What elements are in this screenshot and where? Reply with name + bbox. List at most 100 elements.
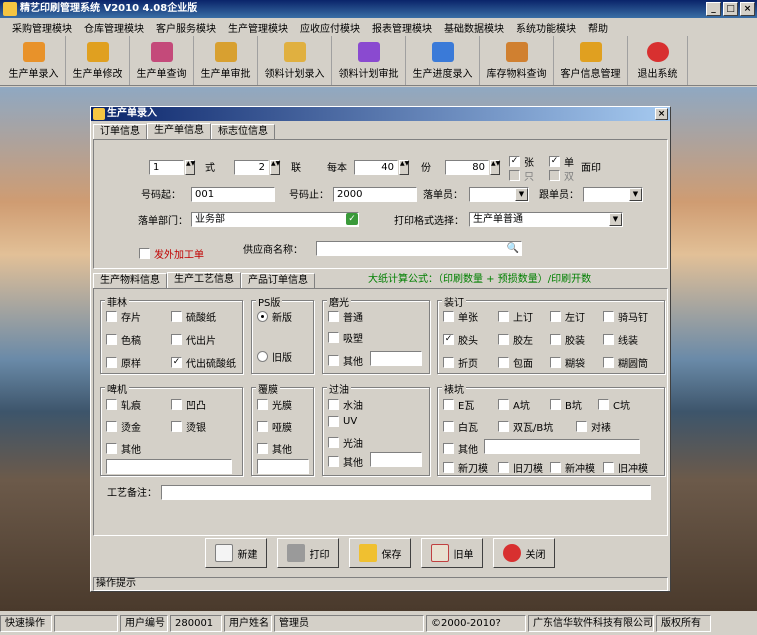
print-format-select[interactable]: 生产单普通 ▼	[469, 212, 623, 227]
mount-cb-double-b[interactable]: 双瓦/B坑	[498, 419, 553, 434]
varnish-cb-gloss[interactable]: 光油	[328, 435, 363, 450]
film-cb-sulfuric[interactable]: 硫酸纸	[171, 309, 216, 324]
per-book-spinner[interactable]: ▲▼	[399, 160, 409, 175]
maximize-icon[interactable]: □	[723, 2, 738, 16]
film-cb-cunpian[interactable]: 存片	[106, 309, 141, 324]
diecut-cb-silver[interactable]: 烫银	[171, 419, 206, 434]
diecut-other-input[interactable]	[106, 459, 232, 474]
supplier-search-icon[interactable]: 🔍	[506, 242, 520, 255]
ps-radio-old[interactable]: 旧版	[257, 349, 292, 364]
menu-purchase[interactable]: 采购管理模块	[6, 20, 78, 35]
menu-finance[interactable]: 应收应付模块	[294, 20, 366, 35]
lam-other-input[interactable]	[257, 459, 309, 474]
bind-cb-perfect[interactable]: 胶装	[550, 332, 585, 347]
toolbar-material-plan-approve[interactable]: 领料计划审批	[332, 36, 406, 85]
new-button[interactable]: 新建	[205, 538, 267, 568]
bind-cb-saddle[interactable]: 骑马钉	[603, 309, 648, 324]
unit-count-input[interactable]: 80	[445, 160, 489, 175]
varnish-cb-uv[interactable]: UV	[328, 416, 357, 427]
toolbar-production-query[interactable]: 生产单查询	[130, 36, 194, 85]
copies-input[interactable]: 2	[234, 160, 269, 175]
tab-product-order-info[interactable]: 产品订单信息	[241, 273, 315, 288]
mount-cb-new-die[interactable]: 新刀模	[443, 460, 488, 475]
menu-production[interactable]: 生产管理模块	[222, 20, 294, 35]
toolbar-material-plan-entry[interactable]: 领料计划录入	[258, 36, 332, 85]
menu-help[interactable]: 帮助	[582, 20, 614, 35]
tab-material-info[interactable]: 生产物料信息	[93, 273, 167, 288]
mount-cb-new-punch[interactable]: 新冲模	[550, 460, 595, 475]
bind-cb-single[interactable]: 单张	[443, 309, 478, 324]
film-cb-proxy-sulfuric[interactable]: ✓ 代出硫酸纸	[171, 355, 236, 370]
close-button[interactable]: 关闭	[493, 538, 555, 568]
save-button[interactable]: 保存	[349, 538, 411, 568]
bind-cb-top[interactable]: 上订	[498, 309, 533, 324]
film-cb-colordraft[interactable]: 色稿	[106, 332, 141, 347]
menu-basedata[interactable]: 基础数据模块	[438, 20, 510, 35]
outsource-checkbox[interactable]: 发外加工单	[139, 246, 204, 261]
old-order-button[interactable]: 旧单	[421, 538, 483, 568]
style-count-input[interactable]: 1	[149, 160, 184, 175]
number-end-input[interactable]: 2000	[333, 187, 417, 202]
tab-production-info[interactable]: 生产单信息	[147, 123, 211, 139]
copies-spinner[interactable]: ▲▼	[270, 160, 280, 175]
menu-warehouse[interactable]: 仓库管理模块	[78, 20, 150, 35]
lam-cb-matte[interactable]: 哑膜	[257, 419, 292, 434]
film-cb-original[interactable]: 原样	[106, 355, 141, 370]
minimize-icon[interactable]: _	[706, 2, 721, 16]
bind-cb-glue-head[interactable]: ✓ 胶头	[443, 332, 478, 347]
mount-other-input[interactable]	[484, 439, 640, 454]
bind-cb-glue-left[interactable]: 胶左	[498, 332, 533, 347]
bind-cb-left[interactable]: 左订	[550, 309, 585, 324]
lam-cb-other[interactable]: 其他	[257, 441, 292, 456]
status-quick-ops[interactable]: 快速操作	[0, 615, 52, 632]
sheet-checkbox[interactable]: ✓ 张	[509, 154, 534, 169]
mount-cb-other[interactable]: 其他	[443, 441, 478, 456]
polish-cb-normal[interactable]: 普通	[328, 309, 363, 324]
bind-cb-tube[interactable]: 糊圆筒	[603, 355, 648, 370]
close-icon[interactable]: ×	[740, 2, 755, 16]
polish-other-input[interactable]	[370, 351, 422, 366]
mount-cb-laminated[interactable]: 对裱	[576, 419, 611, 434]
diecut-cb-gold[interactable]: 烫金	[106, 419, 141, 434]
toolbar-exit[interactable]: 退出系统	[628, 36, 688, 85]
diecut-cb-emboss[interactable]: 凹凸	[171, 397, 206, 412]
mount-cb-c-flute[interactable]: C坑	[598, 397, 630, 412]
follower-select[interactable]: ▼	[583, 187, 643, 202]
menu-reports[interactable]: 报表管理模块	[366, 20, 438, 35]
bind-cb-fold[interactable]: 折页	[443, 355, 478, 370]
lam-cb-gloss[interactable]: 光膜	[257, 397, 292, 412]
double-checkbox[interactable]: 双	[549, 168, 574, 183]
number-start-input[interactable]: 001	[191, 187, 275, 202]
per-book-input[interactable]: 40	[354, 160, 398, 175]
varnish-other-input[interactable]	[370, 452, 422, 467]
polish-cb-other[interactable]: 其他	[328, 353, 363, 368]
mount-cb-b-flute[interactable]: B坑	[550, 397, 582, 412]
tab-process-info[interactable]: 生产工艺信息	[167, 272, 241, 288]
film-cb-proxy-film[interactable]: 代出片	[171, 332, 216, 347]
toolbar-inventory-query[interactable]: 库存物料查询	[480, 36, 554, 85]
polish-cb-blister[interactable]: 吸塑	[328, 330, 363, 345]
dept-lookup-icon[interactable]: ✓	[346, 213, 358, 225]
bind-cb-thread[interactable]: 线装	[603, 332, 638, 347]
mount-cb-white[interactable]: 白瓦	[443, 419, 478, 434]
piece-checkbox[interactable]: 只	[509, 168, 534, 183]
mount-cb-old-die[interactable]: 旧刀模	[498, 460, 543, 475]
tab-flag-info[interactable]: 标志位信息	[211, 124, 275, 139]
toolbar-production-entry[interactable]: 生产单录入	[2, 36, 66, 85]
dept-input[interactable]: 业务部	[191, 212, 359, 227]
varnish-cb-other[interactable]: 其他	[328, 454, 363, 469]
single-checkbox[interactable]: ✓ 单	[549, 154, 574, 169]
child-close-icon[interactable]: ×	[655, 108, 668, 120]
bind-cb-cover[interactable]: 包面	[498, 355, 533, 370]
diecut-cb-crease[interactable]: 轧痕	[106, 397, 141, 412]
mount-cb-old-punch[interactable]: 旧冲模	[603, 460, 648, 475]
order-person-select[interactable]: ▼	[469, 187, 529, 202]
toolbar-production-edit[interactable]: 生产单修改	[66, 36, 130, 85]
unit-spinner[interactable]: ▲▼	[490, 160, 500, 175]
ps-radio-new[interactable]: 新版	[257, 309, 292, 324]
menu-system[interactable]: 系统功能模块	[510, 20, 582, 35]
print-button[interactable]: 打印	[277, 538, 339, 568]
diecut-cb-other[interactable]: 其他	[106, 441, 141, 456]
toolbar-customer-info[interactable]: 客户信息管理	[554, 36, 628, 85]
toolbar-progress-entry[interactable]: 生产进度录入	[406, 36, 480, 85]
